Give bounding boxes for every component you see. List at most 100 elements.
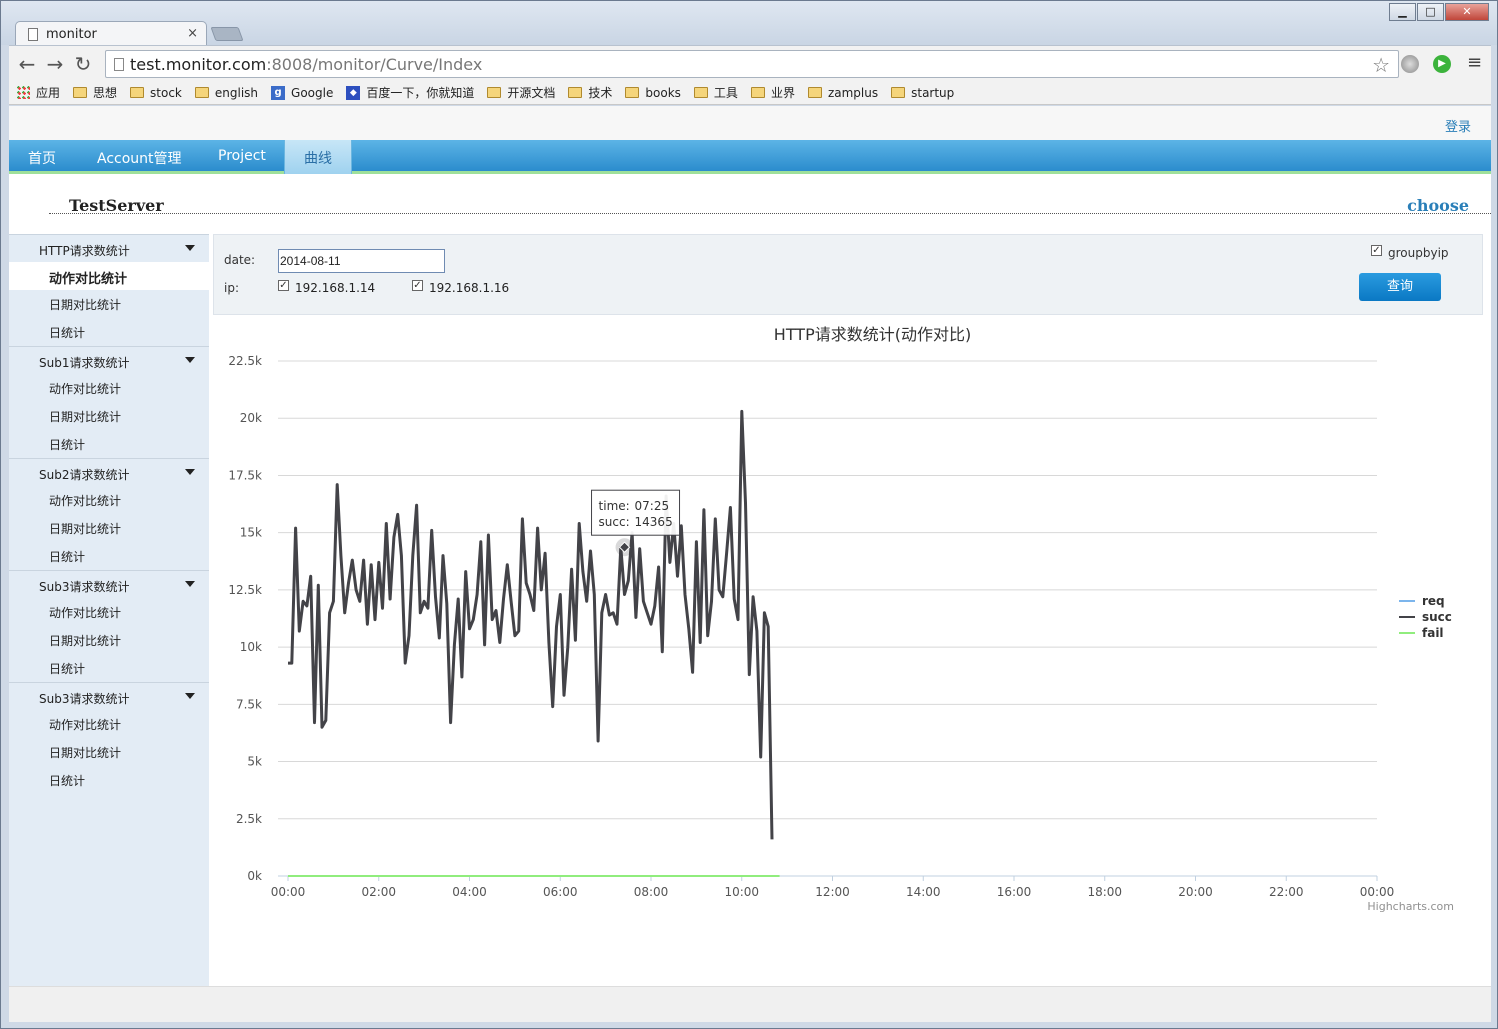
x-tick-label: 00:00 bbox=[1360, 885, 1395, 899]
bookmark-label: 业界 bbox=[770, 86, 795, 100]
sidebar-item[interactable]: 动作对比统计 bbox=[9, 486, 209, 514]
bookmark-label: 应用 bbox=[36, 86, 61, 100]
bookmark-star-icon[interactable]: ☆ bbox=[1372, 53, 1390, 77]
folder-icon bbox=[568, 87, 583, 98]
sidebar-group[interactable]: HTTP请求数统计 bbox=[9, 234, 209, 262]
bookmark-6[interactable]: 开源文档 bbox=[487, 84, 555, 101]
new-tab-button[interactable] bbox=[210, 27, 244, 41]
sidebar-item-label: 日统计 bbox=[49, 550, 86, 564]
sidebar-item[interactable]: 日期对比统计 bbox=[9, 290, 209, 318]
nav-curve[interactable]: 曲线 bbox=[284, 140, 352, 174]
query-button[interactable]: 查询 bbox=[1359, 273, 1441, 301]
bookmark-5[interactable]: ◆ 百度一下，你就知道 bbox=[346, 84, 474, 101]
folder-icon bbox=[487, 87, 502, 98]
chart-credits: Highcharts.com bbox=[1367, 900, 1454, 913]
nav-project[interactable]: Project bbox=[218, 148, 266, 164]
sidebar-item[interactable]: 日期对比统计 bbox=[9, 626, 209, 654]
sidebar-item[interactable]: 日期对比统计 bbox=[9, 738, 209, 766]
y-tick-label: 20k bbox=[240, 411, 262, 425]
tab-close-icon[interactable]: × bbox=[187, 26, 198, 41]
baidu-paw-icon: ◆ bbox=[346, 85, 361, 100]
bookmark-2[interactable]: stock bbox=[130, 86, 182, 100]
bookmark-12[interactable]: startup bbox=[891, 86, 954, 100]
x-tick-label: 14:00 bbox=[906, 885, 941, 899]
sidebar-item[interactable]: 动作对比统计 bbox=[9, 710, 209, 738]
sidebar-item[interactable]: 日期对比统计 bbox=[9, 514, 209, 542]
extension-play-icon[interactable]: ▶ bbox=[1433, 55, 1451, 73]
bookmark-10[interactable]: 业界 bbox=[750, 84, 795, 101]
bookmark-0[interactable]: 应用 bbox=[17, 84, 60, 101]
sidebar-group-label: Sub1请求数统计 bbox=[39, 356, 130, 370]
folder-icon bbox=[194, 87, 209, 98]
title-divider bbox=[49, 213, 1491, 214]
caret-down-icon[interactable] bbox=[185, 469, 195, 475]
footer-strip bbox=[9, 986, 1491, 1022]
y-tick-label: 17.5k bbox=[228, 468, 262, 482]
sidebar-item[interactable]: 日统计 bbox=[9, 654, 209, 682]
forward-arrow-icon[interactable]: → bbox=[43, 52, 67, 76]
bookmark-7[interactable]: 技术 bbox=[568, 84, 612, 101]
filter-panel: date: ip: ✓ 192.168.1.14 ✓ 192.168.1.16 … bbox=[213, 234, 1483, 315]
reload-icon[interactable]: ↻ bbox=[71, 52, 95, 76]
bookmark-9[interactable]: 工具 bbox=[693, 84, 738, 101]
browser-titlebar: monitor × ▁ □ ✕ bbox=[1, 1, 1497, 47]
caret-down-icon[interactable] bbox=[185, 581, 195, 587]
ip-value-1: 192.168.1.14 bbox=[295, 281, 376, 295]
tooltip-value: 14365 bbox=[635, 515, 673, 529]
bookmark-11[interactable]: zamplus bbox=[807, 86, 878, 100]
sidebar-item-label: 日期对比统计 bbox=[49, 522, 122, 536]
tooltip-time-value: 07:25 bbox=[635, 499, 670, 513]
sidebar-item[interactable]: 动作对比统计 bbox=[9, 598, 209, 626]
back-arrow-icon[interactable]: ← bbox=[15, 52, 39, 76]
folder-icon bbox=[750, 87, 765, 98]
caret-down-icon[interactable] bbox=[185, 693, 195, 699]
window-close-icon[interactable]: ✕ bbox=[1445, 3, 1489, 21]
caret-down-icon[interactable] bbox=[185, 357, 195, 363]
line-chart: HTTP请求数统计(动作对比) 0k 2.5k 5k 7.5k 10k 12.5k 15k 17… bbox=[228, 325, 1454, 913]
sidebar-item[interactable]: 日统计 bbox=[9, 430, 209, 458]
folder-icon bbox=[73, 87, 88, 98]
ip-checkbox-2[interactable]: ✓ bbox=[412, 280, 423, 291]
sidebar-item[interactable]: 日统计 bbox=[9, 766, 209, 794]
sidebar-group[interactable]: Sub3请求数统计 bbox=[9, 682, 209, 710]
minimize-icon[interactable]: ▁ bbox=[1389, 3, 1416, 21]
bookmark-8[interactable]: books bbox=[625, 86, 681, 100]
sidebar-item[interactable]: 日统计 bbox=[9, 318, 209, 346]
ip-checkbox-1[interactable]: ✓ bbox=[278, 280, 289, 291]
maximize-icon[interactable]: □ bbox=[1417, 3, 1444, 21]
browser-menu-icon[interactable]: ≡ bbox=[1467, 52, 1482, 73]
sidebar-group[interactable]: Sub3请求数统计 bbox=[9, 570, 209, 598]
login-link[interactable]: 登录 bbox=[1445, 116, 1471, 135]
bookmark-4[interactable]: g Google bbox=[271, 85, 333, 100]
browser-tab[interactable]: monitor × bbox=[15, 21, 207, 47]
address-bar[interactable]: test.monitor.com:8008/monitor/Curve/Inde… bbox=[105, 50, 1399, 78]
caret-down-icon[interactable] bbox=[185, 245, 195, 251]
nav-home[interactable]: 首页 bbox=[28, 148, 56, 168]
date-input[interactable] bbox=[278, 249, 445, 273]
url-text[interactable]: test.monitor.com:8008/monitor/Curve/Inde… bbox=[130, 55, 482, 74]
sidebar-group[interactable]: Sub2请求数统计 bbox=[9, 458, 209, 486]
sidebar: HTTP请求数统计 动作对比统计 日期对比统计 日统计 Sub1请求数统计 动作对比统计日… bbox=[9, 234, 213, 986]
folder-icon bbox=[625, 87, 640, 98]
groupbyip-checkbox[interactable]: ✓ bbox=[1371, 245, 1382, 256]
sidebar-item[interactable]: 日期对比统计 bbox=[9, 402, 209, 430]
x-tick-label: 08:00 bbox=[634, 885, 669, 899]
tooltip-time-label: time: bbox=[599, 499, 630, 513]
sidebar-item-label: 动作对比统计 bbox=[49, 494, 122, 508]
sidebar-item[interactable]: 日统计 bbox=[9, 542, 209, 570]
bookmark-3[interactable]: english bbox=[194, 86, 258, 100]
nav-account[interactable]: Account管理 bbox=[97, 148, 182, 168]
ip-label: ip: bbox=[224, 281, 239, 295]
y-tick-label: 10k bbox=[240, 640, 262, 654]
extension-globe-icon[interactable] bbox=[1401, 55, 1419, 73]
bookmark-label: stock bbox=[150, 85, 182, 100]
sidebar-item[interactable]: 动作对比统计 bbox=[9, 262, 213, 290]
sidebar-item[interactable]: 动作对比统计 bbox=[9, 374, 209, 402]
bookmark-label: 工具 bbox=[713, 86, 738, 100]
bookmark-1[interactable]: 思想 bbox=[73, 84, 117, 101]
sidebar-item-label: 动作对比统计 bbox=[49, 606, 122, 620]
top-strip: 登录 bbox=[9, 106, 1491, 140]
chart-title: HTTP请求数统计(动作对比) bbox=[774, 325, 971, 344]
legend-label: req bbox=[1422, 594, 1445, 608]
sidebar-group[interactable]: Sub1请求数统计 bbox=[9, 346, 209, 374]
